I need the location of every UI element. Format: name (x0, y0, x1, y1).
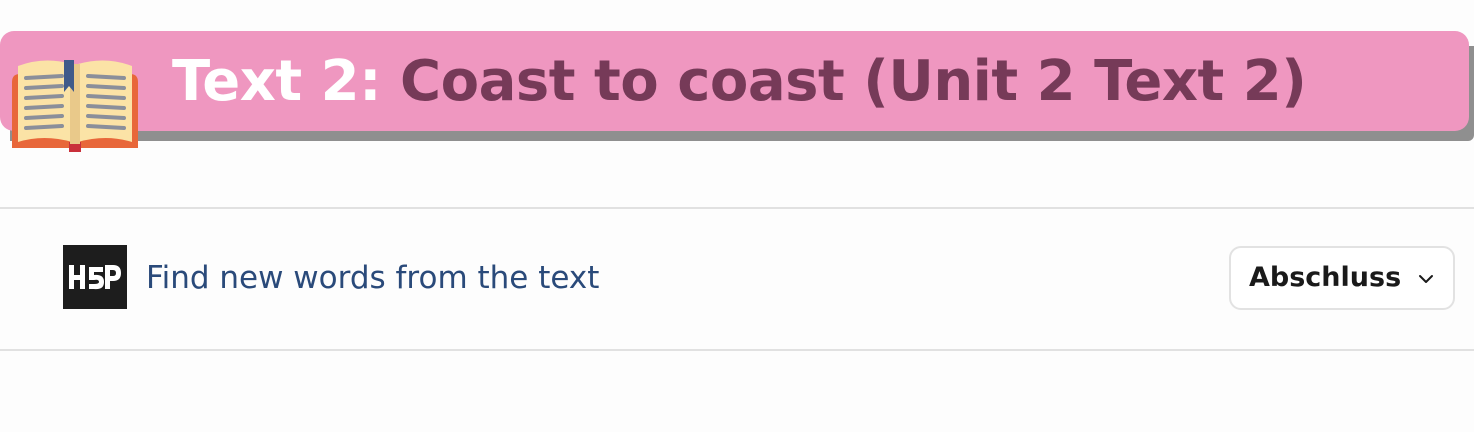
section-title-prefix: Text 2: (172, 49, 382, 114)
course-page: Text 2: Coast to coast (Unit 2 Text 2) F… (0, 0, 1474, 432)
section-title: Text 2: Coast to coast (Unit 2 Text 2) (172, 44, 1307, 120)
completion-label: Abschluss (1249, 262, 1402, 293)
chevron-down-icon (1419, 275, 1433, 283)
completion-dropdown-button[interactable]: Abschluss (1229, 246, 1455, 310)
open-book-icon (12, 60, 138, 152)
activity-divider-top (0, 207, 1474, 209)
activity-divider-bottom (0, 349, 1474, 351)
h5p-icon (63, 245, 127, 309)
section-title-main: Coast to coast (Unit 2 Text 2) (400, 49, 1307, 114)
activity-link[interactable]: Find new words from the text (146, 256, 599, 300)
